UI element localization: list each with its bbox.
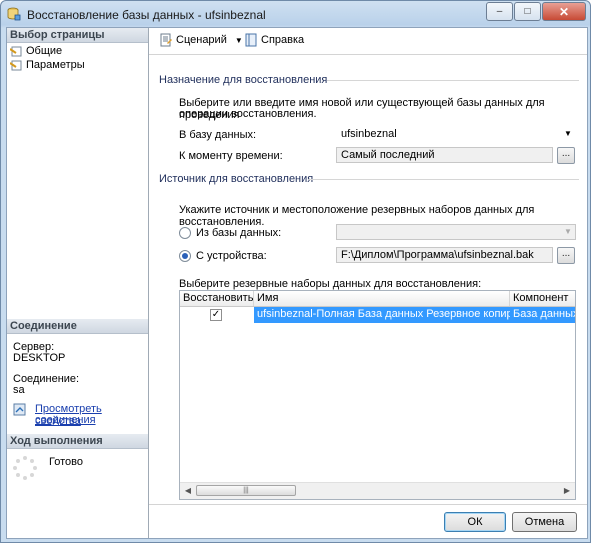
scroll-left-icon[interactable]: ◀ <box>181 485 195 497</box>
horizontal-scrollbar[interactable]: ◀ ||| ▶ <box>180 482 575 499</box>
restore-cell[interactable]: ✓ <box>180 307 254 323</box>
page-item-options[interactable]: Параметры <box>10 58 85 72</box>
backup-set-name: ufsinbeznal-Полная База данных Резервное… <box>257 308 510 320</box>
page-item-general[interactable]: Общие <box>10 44 62 58</box>
point-in-time-label: К моменту времени: <box>179 150 283 162</box>
grid-header: Восстановить Имя Компонент <box>180 291 575 307</box>
from-device-label: С устройства: <box>196 250 267 262</box>
from-device-radio[interactable] <box>179 250 191 262</box>
from-database-radio[interactable] <box>179 227 191 239</box>
scroll-right-icon[interactable]: ▶ <box>560 485 574 497</box>
point-in-time-browse-button[interactable]: ... <box>557 147 575 164</box>
column-header-component[interactable]: Компонент <box>510 291 575 306</box>
point-in-time-field: Самый последний <box>336 147 553 163</box>
minimize-button[interactable]: – <box>486 2 513 21</box>
from-device-browse-button[interactable]: ... <box>557 247 575 264</box>
table-row[interactable]: ✓ ufsinbeznal-Полная База данных Резервн… <box>180 307 575 323</box>
script-icon <box>160 33 172 47</box>
connection-header: Соединение <box>7 319 148 334</box>
dialog-footer: ОК Отмена <box>149 504 587 539</box>
page-item-label: Общие <box>26 45 63 57</box>
help-button[interactable]: Справка <box>244 33 304 47</box>
connection-value: sa <box>13 384 25 396</box>
from-database-combobox: ▼ <box>336 224 576 240</box>
help-button-label: Справка <box>261 34 305 46</box>
left-pane: Выбор страницы Общие Параметры Соединени… <box>7 28 149 538</box>
dialog-client-area: Выбор страницы Общие Параметры Соединени… <box>6 27 588 539</box>
page-icon <box>10 46 22 56</box>
chevron-down-icon[interactable]: ▼ <box>562 128 574 140</box>
window-controls: – □ ✕ <box>485 2 586 21</box>
progress-status: Готово <box>49 456 83 468</box>
page-item-label: Параметры <box>26 59 85 71</box>
progress-spinner-icon <box>13 456 37 480</box>
progress-header: Ход выполнения <box>7 434 148 449</box>
column-header-name[interactable]: Имя <box>254 291 510 306</box>
to-database-combobox[interactable]: ufsinbeznal ▼ <box>336 126 576 142</box>
script-button[interactable]: Сценарий ▼ <box>159 33 243 47</box>
server-value: DESKTOP <box>13 352 66 364</box>
destination-group-label: Назначение для восстановления <box>159 74 328 86</box>
to-database-value: ufsinbeznal <box>341 128 397 140</box>
restore-database-window: Восстановление базы данных - ufsinbeznal… <box>0 0 591 543</box>
database-restore-app-icon <box>7 7 21 21</box>
title-bar[interactable]: Восстановление базы данных - ufsinbeznal… <box>1 1 590 27</box>
general-page-content: Назначение для восстановления Выберите и… <box>149 55 587 503</box>
source-group-label: Источник для восстановления <box>159 173 314 185</box>
maximize-button[interactable]: □ <box>514 2 541 21</box>
source-group-divider <box>309 179 579 180</box>
from-database-label: Из базы данных: <box>196 227 282 239</box>
scroll-thumb[interactable]: ||| <box>196 485 296 496</box>
point-in-time-value: Самый последний <box>341 149 435 161</box>
select-page-header: Выбор страницы <box>7 28 148 43</box>
backup-sets-grid[interactable]: Восстановить Имя Компонент ✓ ufsinbeznal… <box>179 290 576 500</box>
backup-set-component: База данных <box>513 308 575 320</box>
window-title: Восстановление базы данных - ufsinbeznal <box>27 8 266 22</box>
destination-group-divider <box>327 80 579 81</box>
view-connection-properties-link-line2[interactable]: соединения <box>35 414 96 426</box>
cancel-button[interactable]: Отмена <box>512 512 577 532</box>
column-header-restore[interactable]: Восстановить <box>180 291 254 306</box>
toolbar: Сценарий ▼ Справка <box>149 28 587 55</box>
backup-sets-label: Выберите резервные наборы данных для вос… <box>179 278 482 290</box>
connection-properties-icon <box>13 403 26 416</box>
from-device-field: F:\Диплом\Программа\ufsinbeznal.bak <box>336 247 553 263</box>
chevron-down-icon: ▼ <box>564 227 572 236</box>
ok-button[interactable]: ОК <box>444 512 506 532</box>
from-device-value: F:\Диплом\Программа\ufsinbeznal.bak <box>341 249 534 261</box>
restore-checkbox[interactable]: ✓ <box>210 309 222 321</box>
to-database-label: В базу данных: <box>179 129 257 141</box>
destination-hint-line2: операции восстановления. <box>179 108 317 120</box>
help-icon <box>245 33 257 47</box>
page-icon <box>10 60 22 70</box>
script-button-label: Сценарий <box>176 34 227 46</box>
close-button[interactable]: ✕ <box>542 2 586 21</box>
chevron-down-icon[interactable]: ▼ <box>235 36 243 45</box>
